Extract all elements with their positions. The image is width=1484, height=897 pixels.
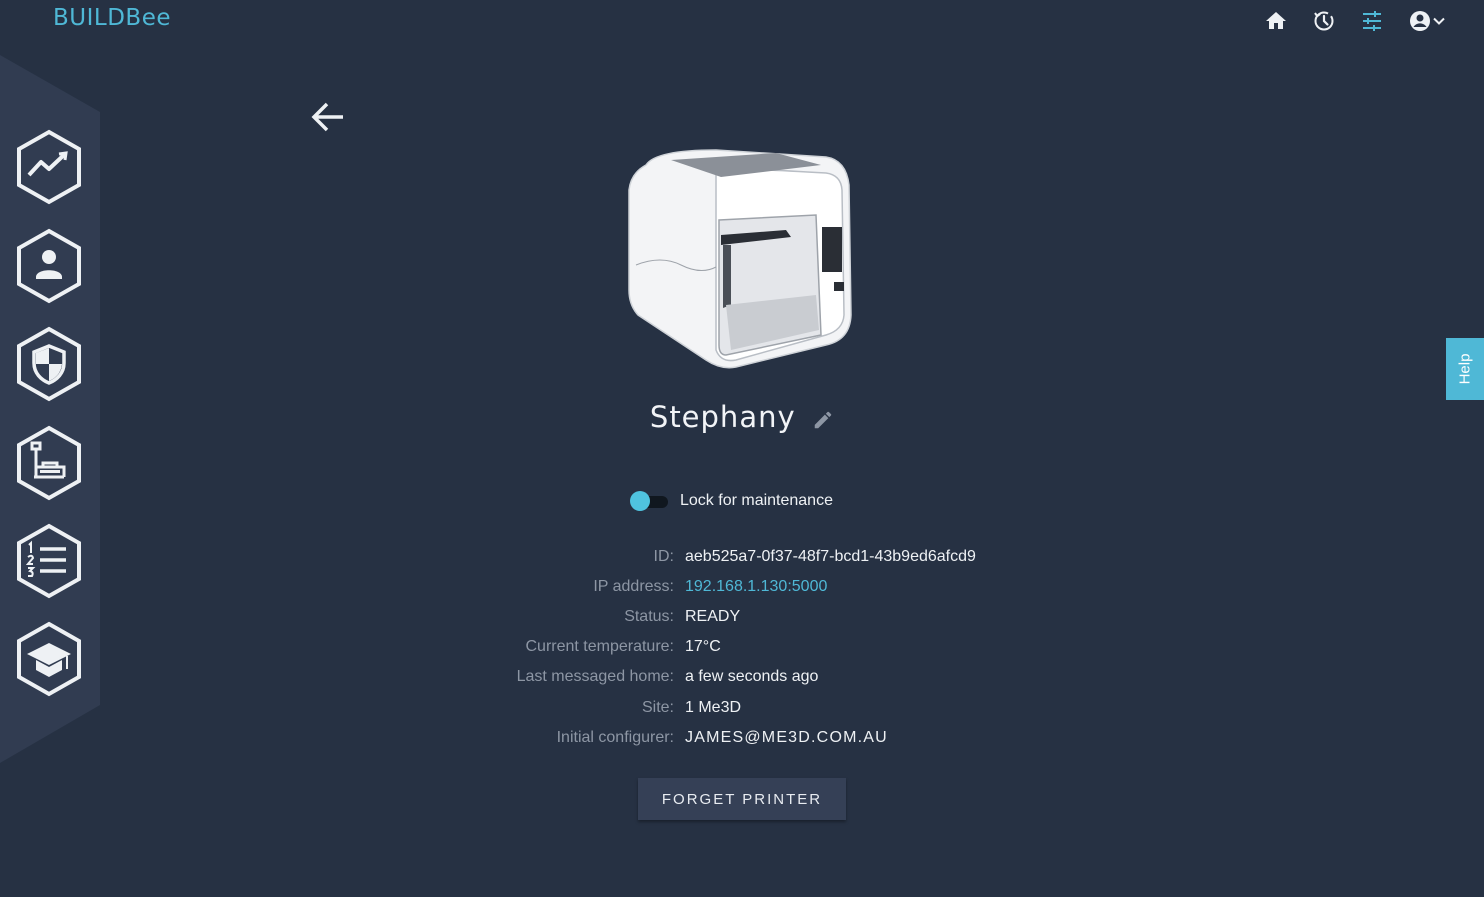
lock-maintenance-toggle[interactable] [630, 490, 668, 512]
edit-pencil-icon[interactable] [812, 409, 834, 431]
sidebar [0, 0, 100, 897]
detail-value: READY [685, 608, 741, 625]
chevron-down-icon [1433, 17, 1445, 25]
lock-maintenance-label: Lock for maintenance [680, 492, 833, 509]
account-circle-icon [1410, 11, 1430, 31]
back-arrow-icon[interactable] [309, 98, 347, 136]
detail-row-temperature: Current temperature: 17°C [0, 638, 1484, 660]
detail-value: JAMES@ME3D.COM.AU [685, 729, 888, 746]
detail-key: Last messaged home: [516, 668, 674, 685]
detail-key: Initial configurer: [556, 729, 674, 746]
detail-key: IP address: [593, 578, 674, 595]
forget-printer-button[interactable]: FORGET PRINTER [638, 778, 846, 820]
top-nav [1240, 9, 1446, 33]
sidebar-item-security[interactable] [15, 326, 83, 402]
printer-name: Stephany [649, 400, 796, 434]
help-tab[interactable]: Help [1446, 338, 1484, 400]
detail-key: Current temperature: [525, 638, 674, 655]
detail-value: aeb525a7-0f37-48f7-bcd1-43b9ed6afcd9 [685, 548, 976, 565]
detail-value: a few seconds ago [685, 668, 819, 685]
user-icon [17, 228, 81, 304]
detail-key: ID: [653, 548, 674, 565]
printer-name-row: Stephany [0, 400, 1484, 440]
printer-image [628, 149, 852, 369]
sidebar-item-analytics[interactable] [15, 129, 83, 205]
account-menu[interactable] [1408, 9, 1446, 33]
detail-row-configurer: Initial configurer: JAMES@ME3D.COM.AU [0, 729, 1484, 751]
detail-key: Status: [624, 608, 674, 625]
detail-value: 17°C [685, 638, 721, 655]
history-icon[interactable] [1312, 9, 1336, 33]
detail-key: Site: [641, 699, 674, 716]
shield-icon [17, 326, 81, 402]
home-icon[interactable] [1264, 9, 1288, 33]
settings-sliders-icon[interactable] [1360, 9, 1384, 33]
detail-row-site: Site: 1 Me3D [0, 699, 1484, 721]
trending-chart-icon [17, 129, 81, 205]
sidebar-item-users[interactable] [15, 228, 83, 304]
help-label: Help [1456, 353, 1474, 385]
lock-maintenance-row: Lock for maintenance [630, 490, 833, 512]
detail-row-ip: IP address: 192.168.1.130:5000 [0, 578, 1484, 600]
detail-value: 1 Me3D [685, 699, 742, 716]
detail-row-status: Status: READY [0, 608, 1484, 630]
ip-address-link[interactable]: 192.168.1.130:5000 [685, 578, 827, 596]
detail-row-last-messaged: Last messaged home: a few seconds ago [0, 668, 1484, 690]
detail-row-id: ID: aeb525a7-0f37-48f7-bcd1-43b9ed6afcd9 [0, 548, 1484, 570]
